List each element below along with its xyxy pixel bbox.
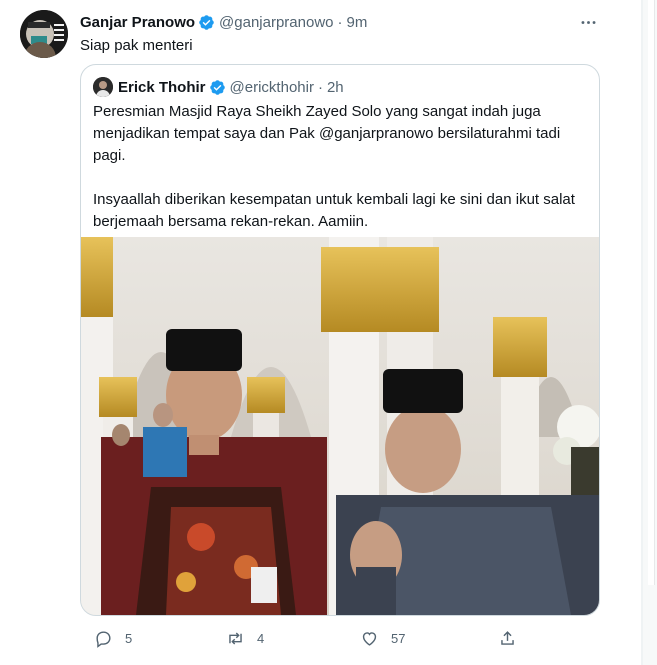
share-icon [501, 630, 514, 645]
quoted-paragraph: Peresmian Masjid Raya Sheikh Zayed Solo … [93, 103, 561, 164]
retweet-button[interactable]: 4 [226, 626, 264, 650]
quoted-header: Erick Thohir @erickthohir · 2h [93, 77, 344, 97]
verified-badge-icon [209, 79, 225, 95]
quoted-tweet[interactable]: Erick Thohir @erickthohir · 2h Peresmian… [80, 64, 600, 616]
quoted-time[interactable]: 2h [327, 79, 344, 96]
retweet-icon [229, 631, 242, 645]
separator-dot: · [337, 13, 343, 31]
author-avatar[interactable] [20, 10, 68, 58]
retweet-count: 4 [257, 630, 265, 646]
quoted-text: Peresmian Masjid Raya Sheikh Zayed Solo … [93, 101, 583, 233]
tweet-time[interactable]: 9m [347, 14, 368, 31]
action-bar: 5 4 57 [80, 626, 600, 650]
like-count: 57 [391, 630, 406, 646]
quoted-avatar [93, 77, 113, 97]
quoted-photo[interactable] [81, 237, 599, 615]
quoted-author-handle[interactable]: @erickthohir [230, 79, 314, 96]
more-icon[interactable] [576, 10, 600, 34]
tweet-text: Siap pak menteri [80, 37, 193, 54]
tweet-header: Ganjar Pranowo @ganjarpranowo · 9m [80, 12, 367, 32]
verified-badge-icon [199, 14, 214, 30]
reply-count: 5 [125, 630, 133, 646]
left-gutter [0, 0, 15, 665]
like-button[interactable]: 57 [360, 626, 405, 650]
share-button[interactable] [498, 626, 529, 650]
quoted-paragraph: Insyaallah diberikan kesempatan untuk ke… [93, 191, 575, 230]
author-handle[interactable]: @ganjarpranowo [219, 14, 333, 31]
separator-dot: · [317, 78, 323, 96]
reply-button[interactable]: 5 [94, 626, 132, 650]
reply-icon [96, 630, 111, 648]
author-name[interactable]: Ganjar Pranowo [80, 14, 195, 31]
scroll-panel [648, 0, 655, 585]
like-icon [362, 631, 377, 646]
right-rail [642, 0, 657, 665]
quoted-author-name[interactable]: Erick Thohir [118, 79, 206, 96]
